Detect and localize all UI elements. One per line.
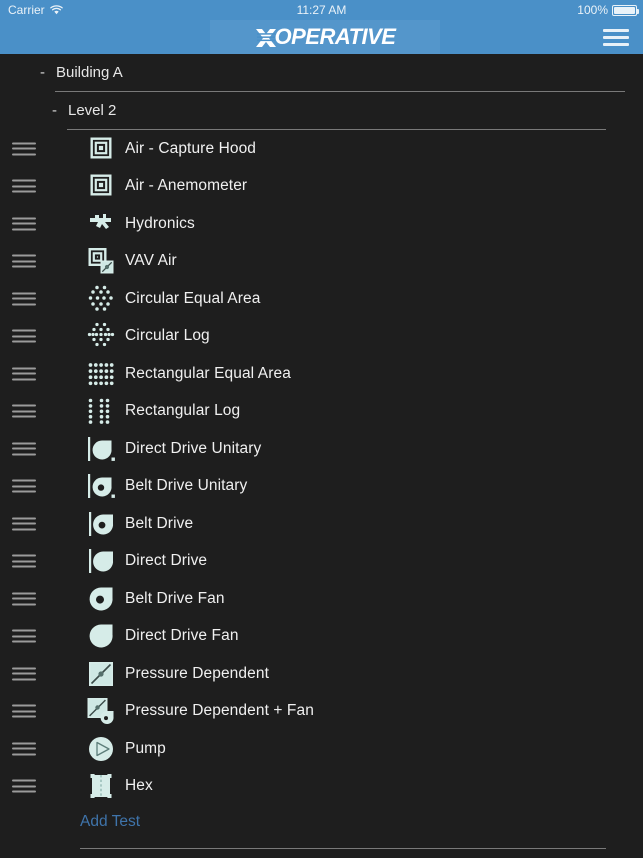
reorder-handle-icon[interactable] <box>12 367 36 381</box>
test-row-label: Circular Equal Area <box>125 289 261 307</box>
direct-drive-unitary-icon <box>86 434 116 464</box>
concentric-squares-icon <box>86 171 116 201</box>
hydronic-valve-icon <box>86 209 116 239</box>
test-row[interactable]: Belt Drive <box>0 505 643 543</box>
test-row[interactable]: Hex <box>0 768 643 806</box>
test-rows-container: Air - Capture Hood Air - Anemometer Hydron… <box>0 130 643 805</box>
test-row-label: Rectangular Equal Area <box>125 364 291 382</box>
concentric-squares-icon <box>86 134 116 164</box>
belt-drive-fan-icon <box>86 584 116 614</box>
test-row-label: Air - Anemometer <box>125 177 248 195</box>
test-row[interactable]: Pump <box>0 730 643 768</box>
reorder-handle-icon[interactable] <box>12 217 36 231</box>
reorder-handle-icon[interactable] <box>12 142 36 156</box>
test-row-label: Air - Capture Hood <box>125 139 257 157</box>
test-row-label: Direct Drive <box>125 552 208 570</box>
test-list-content: - Building A - Level 2 Air - Capture Hoo… <box>0 54 643 858</box>
test-row-label: Rectangular Log <box>125 402 241 420</box>
reorder-handle-icon[interactable] <box>12 779 36 793</box>
test-row[interactable]: Rectangular Log <box>0 393 643 431</box>
test-row-label: Direct Drive Unitary <box>125 439 262 457</box>
pump-icon <box>86 734 116 764</box>
reorder-handle-icon[interactable] <box>12 742 36 756</box>
test-row-label: VAV Air <box>125 252 177 270</box>
tree-node-building[interactable]: - Building A <box>0 54 643 91</box>
reorder-handle-icon[interactable] <box>12 329 36 343</box>
status-bar: Carrier 11:27 AM 100% <box>0 0 643 20</box>
circular-equal-area-dots-icon <box>86 284 116 314</box>
test-row[interactable]: Pressure Dependent + Fan <box>0 693 643 731</box>
app-root: Carrier 11:27 AM 100% OPERATIVE - Buildi… <box>0 0 643 858</box>
logo-text-group: OPERATIVE <box>254 24 396 50</box>
test-row-label: Hydronics <box>125 214 195 232</box>
reorder-handle-icon[interactable] <box>12 254 36 268</box>
add-test-row[interactable]: Add Test <box>0 805 643 839</box>
battery-percent-label: 100% <box>577 3 608 17</box>
reorder-handle-icon[interactable] <box>12 704 36 718</box>
reorder-handle-icon[interactable] <box>12 292 36 306</box>
nav-bar: OPERATIVE <box>0 20 643 54</box>
separator-bottom <box>80 848 606 849</box>
reorder-handle-icon[interactable] <box>12 592 36 606</box>
test-row[interactable]: Circular Equal Area <box>0 280 643 318</box>
test-row[interactable]: Direct Drive <box>0 543 643 581</box>
test-row[interactable]: Air - Anemometer <box>0 168 643 206</box>
test-row[interactable]: Belt Drive Fan <box>0 580 643 618</box>
logo-word: OPERATIVE <box>274 24 396 49</box>
test-row-label: Direct Drive Fan <box>125 627 239 645</box>
x-logo-icon <box>254 26 277 48</box>
direct-drive-fan-icon <box>86 621 116 651</box>
test-row[interactable]: Pressure Dependent <box>0 655 643 693</box>
hamburger-menu-icon[interactable] <box>603 29 629 46</box>
direct-drive-icon <box>86 546 116 576</box>
pressure-dependent-icon <box>86 659 116 689</box>
test-row[interactable]: Direct Drive Unitary <box>0 430 643 468</box>
test-row-label: Circular Log <box>125 327 210 345</box>
test-row-label: Belt Drive <box>125 514 194 532</box>
rectangular-equal-area-dots-icon <box>86 359 116 389</box>
disclosure-level[interactable]: - <box>52 102 59 119</box>
circular-log-dots-icon <box>86 321 116 351</box>
test-row-label: Hex <box>125 777 153 795</box>
test-row-label: Belt Drive Fan <box>125 589 225 607</box>
reorder-handle-icon[interactable] <box>12 442 36 456</box>
heat-exchanger-icon <box>86 771 116 801</box>
reorder-handle-icon[interactable] <box>12 554 36 568</box>
rectangular-log-dots-icon <box>86 396 116 426</box>
pressure-dependent-fan-icon <box>86 696 116 726</box>
belt-drive-unitary-icon <box>86 471 116 501</box>
level-label: Level 2 <box>68 102 117 119</box>
app-logo: OPERATIVE <box>210 20 440 54</box>
reorder-handle-icon[interactable] <box>12 629 36 643</box>
test-row[interactable]: Belt Drive Unitary <box>0 468 643 506</box>
reorder-handle-icon[interactable] <box>12 479 36 493</box>
vav-box-icon <box>86 246 116 276</box>
test-row[interactable]: Circular Log <box>0 318 643 356</box>
test-row[interactable]: Hydronics <box>0 205 643 243</box>
test-row-label: Pressure Dependent <box>125 664 269 682</box>
test-row[interactable]: VAV Air <box>0 243 643 281</box>
tree-node-level[interactable]: - Level 2 <box>0 92 643 129</box>
building-label: Building A <box>56 64 123 81</box>
test-row[interactable]: Rectangular Equal Area <box>0 355 643 393</box>
reorder-handle-icon[interactable] <box>12 667 36 681</box>
test-row-label: Pressure Dependent + Fan <box>125 702 314 720</box>
disclosure-building[interactable]: - <box>40 64 47 81</box>
battery-full-icon <box>612 4 639 16</box>
belt-drive-icon <box>86 509 116 539</box>
reorder-handle-icon[interactable] <box>12 179 36 193</box>
test-row[interactable]: Direct Drive Fan <box>0 618 643 656</box>
status-bar-time: 11:27 AM <box>296 3 347 17</box>
reorder-handle-icon[interactable] <box>12 404 36 418</box>
test-row-label: Pump <box>125 739 166 757</box>
status-bar-right: 100% <box>577 3 639 17</box>
add-test-link[interactable]: Add Test <box>80 813 140 831</box>
test-row-label: Belt Drive Unitary <box>125 477 248 495</box>
reorder-handle-icon[interactable] <box>12 517 36 531</box>
test-row[interactable]: Air - Capture Hood <box>0 130 643 168</box>
